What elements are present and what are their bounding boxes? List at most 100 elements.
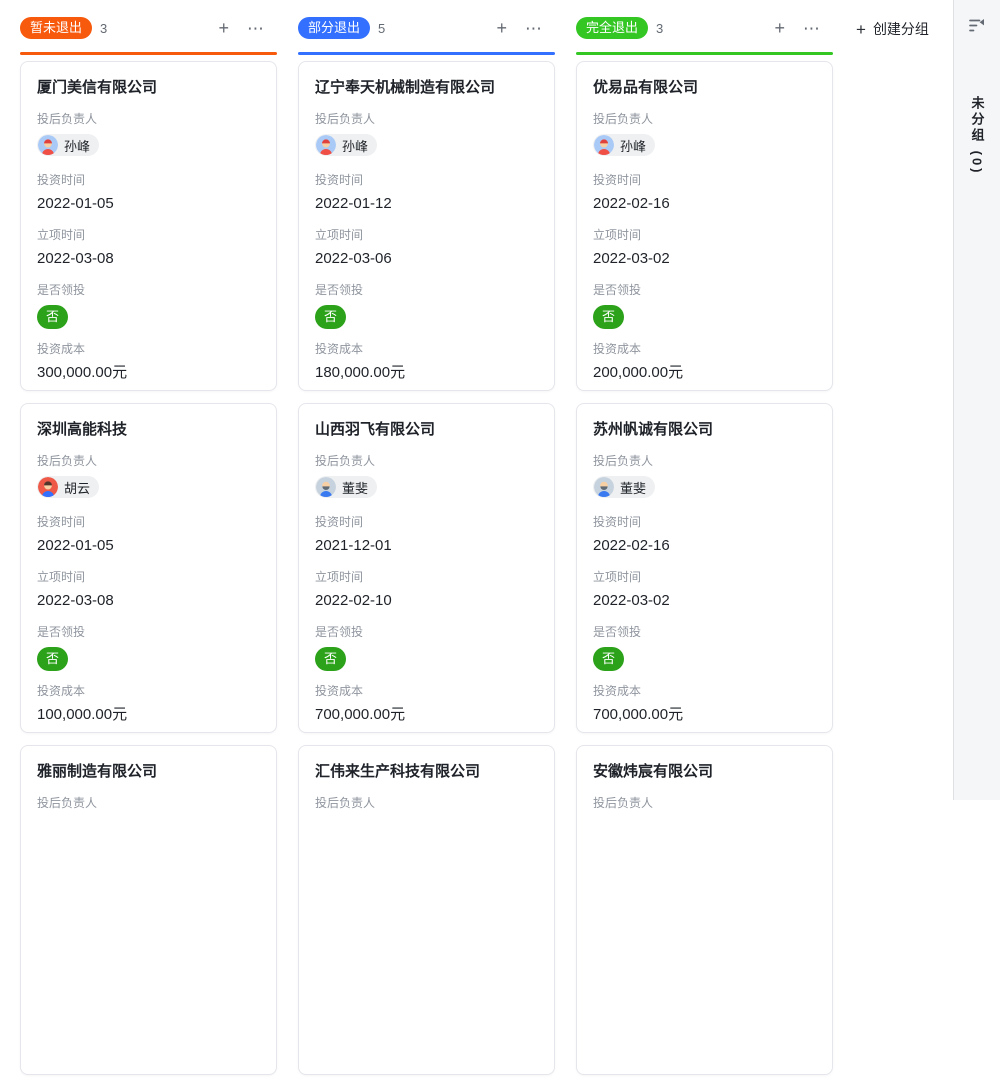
more-options-icon[interactable]: ⋯ [525,20,543,37]
card-title: 苏州帆诚有限公司 [593,419,816,441]
card-title: 雅丽制造有限公司 [37,761,260,783]
invest-time-value: 2021-12-01 [315,535,538,557]
field-label-manager: 投后负责人 [315,795,538,812]
lead-badge: 否 [37,305,68,329]
field-label-project-time: 立项时间 [37,569,260,586]
record-card[interactable]: 安徽炜宸有限公司 投后负责人 [576,745,833,1075]
person-name: 董斐 [620,478,646,497]
person-chip: 胡云 [37,476,99,498]
field-label-invest-time: 投资时间 [37,172,260,189]
card-title: 山西羽飞有限公司 [315,419,538,441]
group-color-bar [20,52,277,55]
field-label-project-time: 立项时间 [593,569,816,586]
invest-time-value: 2022-02-16 [593,535,816,557]
kanban-board: 暂未退出 3 + ⋯ 厦门美信有限公司 投后负责人 [0,0,953,800]
field-label-manager: 投后负责人 [593,453,816,470]
card-title: 厦门美信有限公司 [37,77,260,99]
collapsed-group-panel: 未分组 (0) [953,0,1000,800]
plus-icon: + [856,21,866,38]
field-label-lead: 是否领投 [315,624,538,641]
record-card[interactable]: 汇伟来生产科技有限公司 投后负责人 [298,745,555,1075]
more-options-icon[interactable]: ⋯ [803,20,821,37]
field-label-cost: 投资成本 [37,341,260,358]
invest-time-value: 2022-01-12 [315,193,538,215]
record-card[interactable]: 雅丽制造有限公司 投后负责人 [20,745,277,1075]
person-name: 孙峰 [342,136,368,155]
record-card[interactable]: 苏州帆诚有限公司 投后负责人 董斐 投资时间 2022-02-16 立项时间 2… [576,403,833,733]
invest-time-value: 2022-01-05 [37,193,260,215]
invest-time-value: 2022-02-16 [593,193,816,215]
record-card[interactable]: 厦门美信有限公司 投后负责人 孙峰 投资时间 2022-01-05 立项时间 2… [20,61,277,391]
card-title: 辽宁奉天机械制造有限公司 [315,77,538,99]
field-label-lead: 是否领投 [37,624,260,641]
create-group-label: 创建分组 [873,19,929,39]
person-name: 孙峰 [620,136,646,155]
record-card[interactable]: 优易品有限公司 投后负责人 孙峰 投资时间 2022-02-16 立项时间 20… [576,61,833,391]
field-label-project-time: 立项时间 [37,227,260,244]
cost-value: 700,000.00元 [593,704,816,726]
project-time-value: 2022-03-06 [315,248,538,270]
group-color-bar [298,52,555,55]
group-badge: 部分退出 [298,17,370,39]
record-card[interactable]: 山西羽飞有限公司 投后负责人 董斐 投资时间 2021-12-01 立项时间 2… [298,403,555,733]
card-title: 汇伟来生产科技有限公司 [315,761,538,783]
person-chip: 孙峰 [37,134,99,156]
person-name: 胡云 [64,478,90,497]
card-list: 优易品有限公司 投后负责人 孙峰 投资时间 2022-02-16 立项时间 20… [576,61,833,1075]
kanban-column-not-exited: 暂未退出 3 + ⋯ 厦门美信有限公司 投后负责人 [20,16,277,1087]
group-count: 3 [656,21,663,36]
field-label-lead: 是否领投 [315,282,538,299]
lead-badge: 否 [593,305,624,329]
project-time-value: 2022-03-02 [593,248,816,270]
add-record-icon[interactable]: + [774,19,785,37]
add-record-icon[interactable]: + [496,19,507,37]
lead-badge: 否 [593,647,624,671]
field-label-cost: 投资成本 [37,683,260,700]
field-label-manager: 投后负责人 [593,795,816,812]
group-badge: 完全退出 [576,17,648,39]
field-label-lead: 是否领投 [593,282,816,299]
avatar [38,135,58,155]
field-label-cost: 投资成本 [593,683,816,700]
card-title: 安徽炜宸有限公司 [593,761,816,783]
person-chip: 董斐 [593,476,655,498]
field-label-cost: 投资成本 [315,683,538,700]
add-record-icon[interactable]: + [218,19,229,37]
record-card[interactable]: 辽宁奉天机械制造有限公司 投后负责人 孙峰 投资时间 2022-01-12 立项… [298,61,555,391]
field-label-invest-time: 投资时间 [315,172,538,189]
cost-value: 100,000.00元 [37,704,260,726]
field-label-cost: 投资成本 [593,341,816,358]
create-group-button[interactable]: + 创建分组 [856,19,929,39]
field-label-cost: 投资成本 [315,341,538,358]
avatar [38,477,58,497]
cost-value: 200,000.00元 [593,362,816,384]
cost-value: 700,000.00元 [315,704,538,726]
avatar [316,135,336,155]
person-chip: 董斐 [315,476,377,498]
more-options-icon[interactable]: ⋯ [247,20,265,37]
field-label-lead: 是否领投 [593,624,816,641]
column-header: 暂未退出 3 + ⋯ [20,16,277,55]
field-label-manager: 投后负责人 [315,453,538,470]
collapse-panel-icon[interactable] [967,16,987,36]
project-time-value: 2022-03-02 [593,590,816,612]
group-count: 3 [100,21,107,36]
card-list: 厦门美信有限公司 投后负责人 孙峰 投资时间 2022-01-05 立项时间 2… [20,61,277,1075]
record-card[interactable]: 深圳高能科技 投后负责人 胡云 投资时间 2022-01-05 立项时间 202… [20,403,277,733]
field-label-manager: 投后负责人 [37,453,260,470]
lead-badge: 否 [315,647,346,671]
group-count: 5 [378,21,385,36]
cost-value: 180,000.00元 [315,362,538,384]
field-label-manager: 投后负责人 [593,111,816,128]
column-header: 部分退出 5 + ⋯ [298,16,555,55]
person-name: 孙峰 [64,136,90,155]
field-label-invest-time: 投资时间 [37,514,260,531]
field-label-project-time: 立项时间 [315,227,538,244]
lead-badge: 否 [315,305,346,329]
person-chip: 孙峰 [315,134,377,156]
kanban-columns: 暂未退出 3 + ⋯ 厦门美信有限公司 投后负责人 [20,16,953,1087]
field-label-invest-time: 投资时间 [593,172,816,189]
ungrouped-panel-label[interactable]: 未分组 (0) [968,96,987,176]
field-label-invest-time: 投资时间 [593,514,816,531]
invest-time-value: 2022-01-05 [37,535,260,557]
